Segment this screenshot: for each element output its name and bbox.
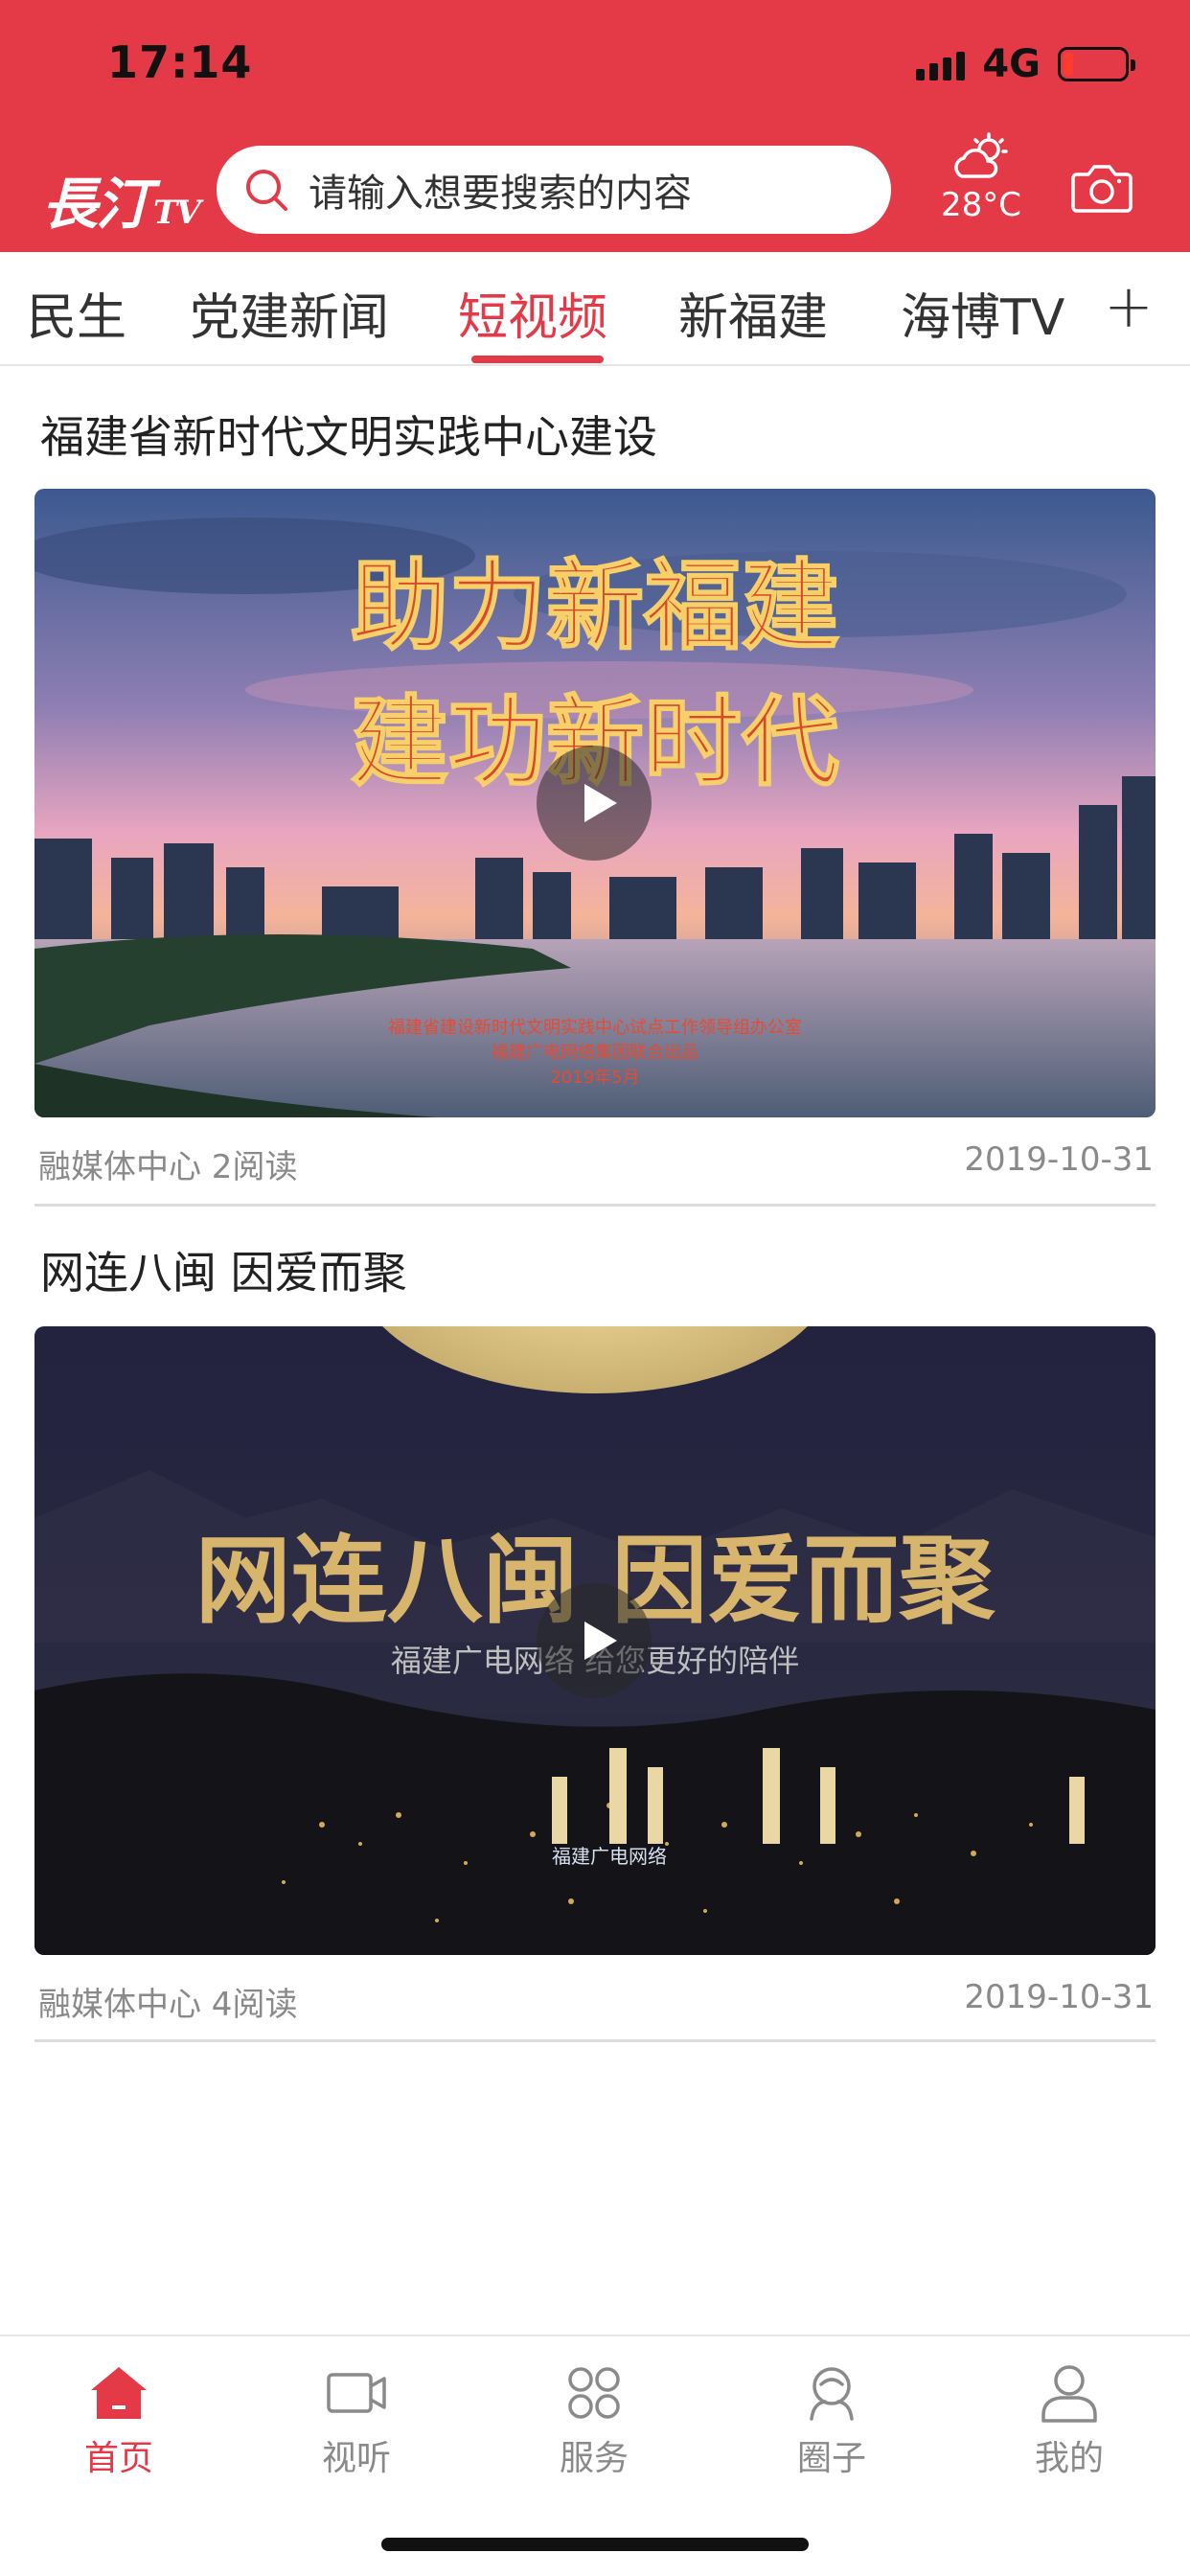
video-date: 2019-10-31 [964,1140,1154,1179]
video-camera-icon [327,2373,386,2413]
video-title[interactable]: 福建省新时代文明实践中心建设 [40,402,657,466]
tab-party-news[interactable]: 党建新闻 [190,277,389,349]
video-thumbnail[interactable]: 助力新福建 建功新时代 福建省建设新时代文明实践中心试点工作领导组办公室 福建广… [34,489,1156,1117]
nav-services[interactable]: 服务 [517,2361,671,2480]
nav-community[interactable]: 圈子 [755,2361,908,2480]
home-indicator[interactable] [381,2538,809,2551]
status-time: 17:14 [107,36,253,88]
video-title[interactable]: 网连八闽 因爱而聚 [40,1238,407,1301]
active-tab-indicator [471,356,604,363]
play-button[interactable] [537,746,652,861]
weather-temperature: 28°C [940,186,1021,224]
tab-new-fujian[interactable]: 新福建 [678,277,828,349]
grid-services-icon [568,2367,620,2419]
video-source-reads: 融媒体中心 4阅读 [38,1986,298,2024]
user-icon [1041,2365,1097,2423]
category-tabs: 民生 党建新闻 短视频 新福建 海博TV + [0,252,1190,366]
network-type: 4G [982,42,1041,86]
video-thumbnail[interactable]: 网连八闽 因爱而聚 福建广电网络 给您更好的陪伴 福建广电网络 [34,1326,1156,1955]
logo-suffix-text: TV [153,194,201,232]
search-icon [246,170,287,211]
camera-icon[interactable] [1071,161,1133,215]
video-logo-text: 福建广电网络 [552,1845,667,1868]
nav-video[interactable]: 视听 [280,2361,433,2480]
tab-short-video[interactable]: 短视频 [458,277,607,349]
video-date: 2019-10-31 [964,1978,1154,2016]
search-input[interactable]: 请输入想要搜索的内容 [217,146,891,234]
battery-icon [1058,47,1135,81]
search-placeholder: 请输入想要搜索的内容 [309,172,692,216]
video-credit-2: 福建广电网络集团联合出品 [492,1043,698,1063]
status-indicators: 4G [916,42,1135,86]
video-credit-1: 福建省建设新时代文明实践中心试点工作领导组办公室 [388,1018,802,1038]
video-credit-3: 2019年5月 [550,1068,639,1088]
video-caption-line1: 助力新福建 [351,549,839,664]
nav-profile[interactable]: 我的 [993,2361,1146,2480]
weather-widget[interactable]: 28°C [933,132,1029,224]
circle-community-icon [810,2367,854,2421]
nav-services-label: 服务 [559,2439,629,2478]
partly-cloudy-sun-icon [954,132,1008,178]
video-source-reads: 融媒体中心 2阅读 [38,1148,298,1186]
app-logo[interactable]: 長汀 TV [42,159,201,240]
add-tab-button[interactable]: + [1104,271,1154,341]
nav-home-label: 首页 [83,2439,153,2478]
play-button[interactable] [537,1583,652,1698]
nav-community-label: 圈子 [796,2439,866,2478]
divider [34,1204,1156,1207]
divider [34,2039,1156,2042]
tab-haibo-tv[interactable]: 海博TV [901,277,1064,349]
nav-profile-label: 我的 [1034,2439,1104,2478]
home-icon [91,2367,147,2419]
nav-video-label: 视听 [321,2439,391,2478]
signal-icon [916,48,966,80]
logo-main-text: 長汀 [42,172,151,237]
nav-home[interactable]: 首页 [42,2361,195,2480]
tab-minsheng[interactable]: 民生 [27,277,126,349]
app-header: 17:14 4G 長汀 TV 请输入想要搜索的内容 28°C [0,0,1190,252]
